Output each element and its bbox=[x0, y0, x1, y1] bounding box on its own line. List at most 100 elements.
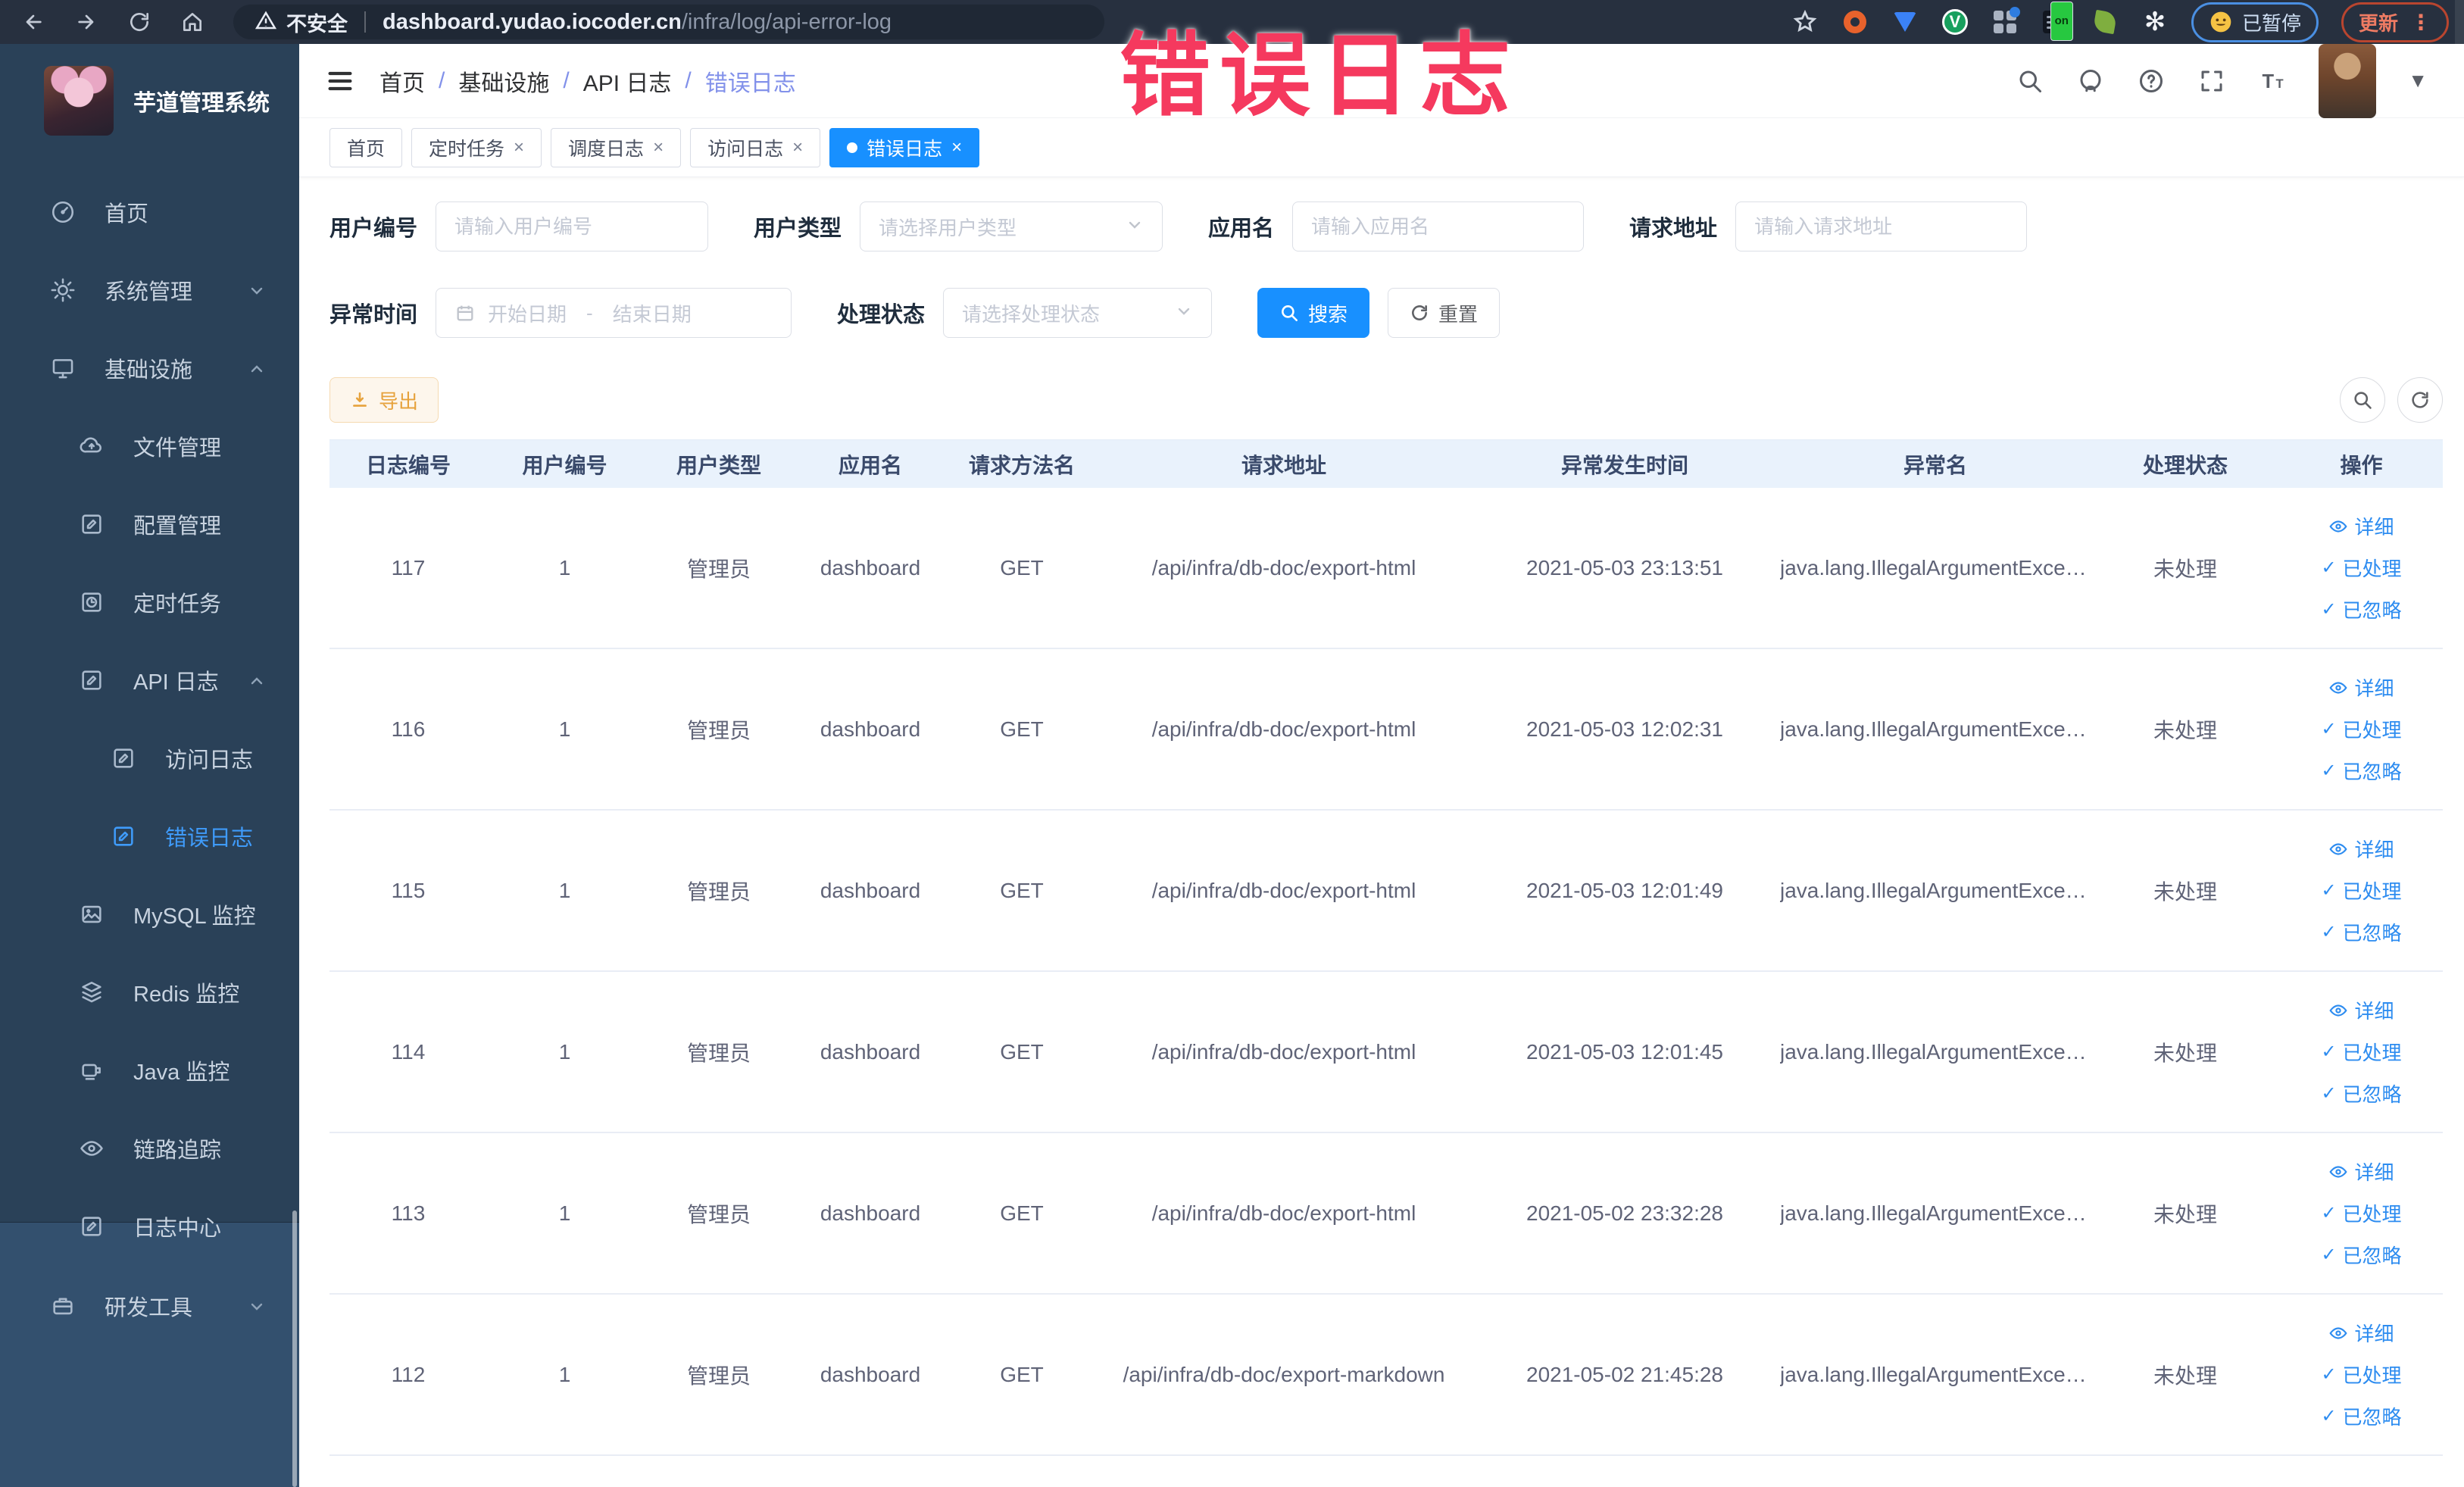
eye-icon bbox=[2329, 1004, 2348, 1017]
back-icon[interactable] bbox=[20, 8, 47, 36]
sidebar-scrollbar[interactable] bbox=[292, 1211, 297, 1487]
mark-processed-link[interactable]: ✓ 已处理 bbox=[2321, 1038, 2401, 1066]
bookmark-star-icon[interactable] bbox=[1791, 8, 1819, 36]
tab-home[interactable]: 首页 bbox=[329, 127, 403, 167]
hamburger-icon[interactable] bbox=[325, 66, 355, 96]
detail-link[interactable]: 详细 bbox=[2328, 673, 2394, 701]
sidebar-logo[interactable]: 芋道管理系统 bbox=[0, 44, 299, 158]
cell-exception-name: java.lang.IllegalArgumentException bbox=[1780, 878, 2091, 902]
reset-button[interactable]: 重置 bbox=[1388, 288, 1501, 338]
cell-method: GET bbox=[1000, 717, 1044, 741]
sidebar-item-scheduled-jobs[interactable]: 定时任务 bbox=[0, 563, 299, 641]
breadcrumb-item-home[interactable]: 首页 bbox=[379, 64, 425, 98]
sidebar-item-java-monitor[interactable]: Java 监控 bbox=[0, 1031, 299, 1109]
cell-user-type: 管理员 bbox=[686, 557, 751, 581]
sidebar-item-file-manage[interactable]: 文件管理 bbox=[0, 407, 299, 485]
cell-user-type: 管理员 bbox=[686, 1364, 751, 1388]
update-badge[interactable]: 更新 ⋮ bbox=[2341, 2, 2449, 42]
mark-ignored-link[interactable]: ✓ 已忽略 bbox=[2321, 1241, 2401, 1269]
cell-method: GET bbox=[1000, 878, 1044, 902]
toggle-search-button[interactable] bbox=[2340, 377, 2385, 423]
user-avatar[interactable] bbox=[2319, 43, 2377, 118]
process-status-select[interactable]: 请选择处理状态 bbox=[943, 288, 1213, 338]
tab-close-icon[interactable]: × bbox=[653, 137, 664, 158]
mark-ignored-link[interactable]: ✓ 已忽略 bbox=[2321, 757, 2401, 785]
sidebar-item-error-log[interactable]: 错误日志 bbox=[0, 797, 299, 875]
tab-schedule-log[interactable]: 调度日志 × bbox=[551, 127, 682, 167]
breadcrumb-item-infra[interactable]: 基础设施 bbox=[458, 64, 549, 98]
sidebar-item-config-manage[interactable]: 配置管理 bbox=[0, 485, 299, 563]
export-button[interactable]: 导出 bbox=[329, 377, 439, 423]
tab-close-icon[interactable]: × bbox=[514, 137, 524, 158]
detail-link[interactable]: 详细 bbox=[2328, 835, 2394, 863]
font-size-icon[interactable]: TT bbox=[2258, 67, 2287, 95]
sidebar-item-access-log[interactable]: 访问日志 bbox=[0, 719, 299, 797]
tab-scheduled-jobs[interactable]: 定时任务 × bbox=[411, 127, 542, 167]
detail-link[interactable]: 详细 bbox=[2328, 1319, 2394, 1347]
tab-close-icon[interactable]: × bbox=[792, 137, 803, 158]
scrollbar-notch bbox=[2455, 0, 2464, 44]
sidebar-item-system[interactable]: 系统管理 bbox=[0, 251, 299, 329]
cell-app-name: dashboard bbox=[820, 717, 921, 741]
detail-link[interactable]: 详细 bbox=[2328, 1157, 2394, 1186]
screen: 不安全 dashboard.yudao.iocoder.cn/infra/log… bbox=[0, 0, 2464, 1487]
mark-processed-link[interactable]: ✓ 已处理 bbox=[2321, 715, 2401, 743]
request-url-input[interactable] bbox=[1754, 214, 2009, 239]
tab-close-icon[interactable]: × bbox=[951, 137, 962, 158]
address-bar[interactable]: 不安全 dashboard.yudao.iocoder.cn/infra/log… bbox=[233, 5, 1104, 39]
cell-exception-name: java.lang.IllegalArgumentException bbox=[1780, 1362, 2091, 1386]
sidebar-item-mysql-monitor[interactable]: MySQL 监控 bbox=[0, 875, 299, 953]
cell-exception-name: java.lang.IllegalArgumentException bbox=[1780, 1201, 2091, 1225]
tab-access-log[interactable]: 访问日志 × bbox=[690, 127, 821, 167]
paused-badge[interactable]: 已暂停 bbox=[2191, 2, 2319, 42]
browser-menu-icon[interactable]: ⋮ bbox=[2410, 10, 2431, 35]
detail-link[interactable]: 详细 bbox=[2328, 996, 2394, 1024]
date-range-picker[interactable]: 开始日期 - 结束日期 bbox=[436, 288, 792, 338]
mark-processed-link[interactable]: ✓ 已处理 bbox=[2321, 1360, 2401, 1389]
avatar-caret-icon[interactable]: ▼ bbox=[2408, 69, 2428, 92]
sidebar-item-home[interactable]: 首页 bbox=[0, 173, 299, 251]
mark-processed-link[interactable]: ✓ 已处理 bbox=[2321, 876, 2401, 904]
breadcrumb-item-api-log[interactable]: API 日志 bbox=[583, 64, 672, 98]
reload-icon[interactable] bbox=[126, 8, 153, 36]
extension-pinwheel-icon[interactable]: ✻ bbox=[2141, 8, 2169, 36]
sidebar-item-tracing[interactable]: 链路追踪 bbox=[0, 1109, 299, 1187]
mark-processed-link[interactable]: ✓ 已处理 bbox=[2321, 1199, 2401, 1227]
github-icon[interactable] bbox=[2076, 67, 2105, 95]
sidebar-item-dev-tools[interactable]: 研发工具 bbox=[0, 1267, 299, 1345]
security-warning-icon[interactable] bbox=[255, 9, 277, 36]
refresh-button[interactable] bbox=[2397, 377, 2443, 423]
mark-ignored-link[interactable]: ✓ 已忽略 bbox=[2321, 595, 2401, 623]
chevron-up-icon bbox=[248, 359, 266, 377]
forward-icon[interactable] bbox=[73, 8, 100, 36]
column-header: 异常名 bbox=[1903, 453, 1967, 477]
chevron-down-icon bbox=[1175, 302, 1193, 324]
help-icon[interactable] bbox=[2137, 67, 2166, 95]
extension-leaf-icon[interactable] bbox=[2091, 8, 2119, 36]
detail-link[interactable]: 详细 bbox=[2328, 512, 2394, 540]
sidebar-item-redis-monitor[interactable]: Redis 监控 bbox=[0, 953, 299, 1031]
user-id-input[interactable] bbox=[454, 214, 690, 239]
extension-orange-icon[interactable] bbox=[1841, 8, 1869, 36]
extension-shield-icon[interactable] bbox=[1891, 8, 1919, 36]
mark-processed-link[interactable]: ✓ 已处理 bbox=[2321, 554, 2401, 582]
tab-error-log[interactable]: 错误日志 × bbox=[829, 127, 980, 167]
search-icon[interactable] bbox=[2016, 67, 2044, 95]
mark-ignored-link[interactable]: ✓ 已忽略 bbox=[2321, 1402, 2401, 1430]
search-button[interactable]: 搜索 bbox=[1257, 288, 1370, 338]
app-name-input[interactable] bbox=[1311, 214, 1566, 239]
extensions-grid-icon[interactable] bbox=[1991, 7, 2020, 36]
extension-green-v-icon[interactable]: V bbox=[1941, 8, 1969, 36]
user-type-select[interactable]: 请选择用户类型 bbox=[860, 201, 1163, 251]
sidebar-item-infra[interactable]: 基础设施 bbox=[0, 329, 299, 407]
cell-status: 未处理 bbox=[2153, 1041, 2217, 1065]
mark-ignored-link[interactable]: ✓ 已忽略 bbox=[2321, 1079, 2401, 1107]
mark-ignored-link[interactable]: ✓ 已忽略 bbox=[2321, 918, 2401, 946]
sidebar-item-api-log[interactable]: API 日志 bbox=[0, 641, 299, 719]
cell-log-id: 115 bbox=[391, 878, 426, 902]
extension-on-badge-icon[interactable]: on bbox=[2041, 2, 2073, 41]
fullscreen-icon[interactable] bbox=[2197, 67, 2226, 95]
cell-user-id: 1 bbox=[558, 1362, 571, 1386]
home-icon[interactable] bbox=[179, 8, 206, 36]
sidebar-item-log-center[interactable]: 日志中心 bbox=[0, 1187, 299, 1265]
